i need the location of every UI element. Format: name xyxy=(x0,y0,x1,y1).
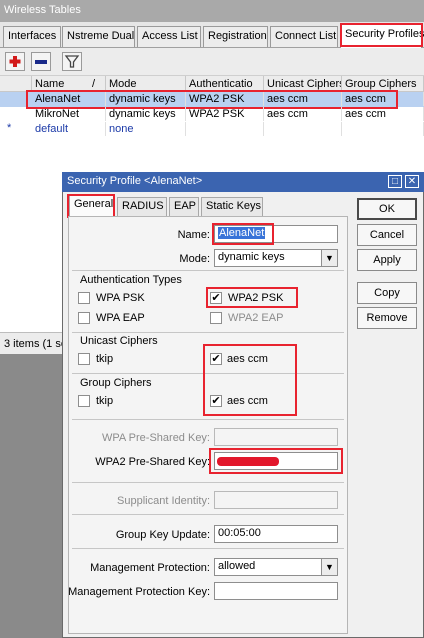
status-text: 3 items (1 se xyxy=(0,332,70,354)
mode-label: Mode: xyxy=(179,253,210,265)
unicast-ciphers-title: Unicast Ciphers xyxy=(80,335,158,347)
management-protection-key-label: Management Protection Key: xyxy=(68,586,210,598)
highlight-box xyxy=(203,344,297,416)
highlight-box xyxy=(209,448,343,474)
tab-nstreme-dual[interactable]: Nstreme Dual xyxy=(62,26,135,47)
add-button[interactable] xyxy=(5,52,25,71)
tab-access-list[interactable]: Access List xyxy=(137,26,201,47)
group-key-update-input[interactable]: 00:05:00 xyxy=(214,525,338,543)
cancel-button[interactable]: Cancel xyxy=(357,224,417,246)
divider xyxy=(72,419,344,420)
divider xyxy=(72,548,344,549)
filter-icon xyxy=(64,55,80,68)
management-protection-label: Management Protection: xyxy=(90,562,210,574)
wpa-psk-label: WPA PSK xyxy=(96,292,145,304)
tab-eap[interactable]: EAP xyxy=(169,197,199,216)
remove-button[interactable] xyxy=(31,52,51,71)
tab-static-keys[interactable]: Static Keys xyxy=(201,197,263,216)
divider xyxy=(72,332,344,333)
remove-button[interactable]: Remove xyxy=(357,307,417,329)
tab-registration[interactable]: Registration xyxy=(203,26,268,47)
desktop-background xyxy=(0,354,70,638)
wpa2-eap-label: WPA2 EAP xyxy=(228,312,284,324)
auth-types-title: Authentication Types xyxy=(80,274,182,286)
divider xyxy=(72,270,344,271)
cell-mode: none xyxy=(106,122,186,136)
sort-indicator: / xyxy=(92,78,96,90)
cell-group xyxy=(342,122,424,136)
cell-unicast: aes ccm xyxy=(264,107,342,121)
group-tkip-label: tkip xyxy=(96,395,114,407)
cell-unicast xyxy=(264,122,342,136)
wpa-eap-checkbox[interactable] xyxy=(78,312,90,324)
chevron-down-icon[interactable]: ▼ xyxy=(321,250,337,266)
unicast-tkip-label: tkip xyxy=(96,353,114,365)
window-title: Wireless Tables xyxy=(0,0,424,22)
group-key-update-label: Group Key Update: xyxy=(115,529,210,541)
cell-default-marker: * xyxy=(7,122,12,134)
group-tkip-checkbox[interactable] xyxy=(78,395,90,407)
divider xyxy=(72,482,344,483)
restore-button[interactable]: □ xyxy=(388,175,402,188)
management-protection-select[interactable]: allowed xyxy=(214,558,338,576)
name-label: Name: xyxy=(177,229,210,241)
unicast-tkip-checkbox[interactable] xyxy=(78,353,90,365)
cell-name: MikroNet xyxy=(32,107,106,121)
wpa-psk-checkbox[interactable] xyxy=(78,292,90,304)
chevron-down-icon[interactable]: ▼ xyxy=(321,559,337,575)
highlight-box xyxy=(340,23,423,47)
group-ciphers-title: Group Ciphers xyxy=(80,377,152,389)
wpa2-key-label: WPA2 Pre-Shared Key: xyxy=(95,456,210,468)
cell-name: default xyxy=(32,122,106,136)
highlight-box xyxy=(212,223,274,245)
highlight-box xyxy=(67,194,115,218)
ok-button[interactable]: OK xyxy=(357,198,417,220)
filter-button[interactable] xyxy=(62,52,82,71)
close-button[interactable]: ✕ xyxy=(405,175,419,188)
wpa-eap-label: WPA EAP xyxy=(96,312,145,324)
cell-auth xyxy=(186,122,264,136)
wpa-key-label: WPA Pre-Shared Key: xyxy=(101,432,210,444)
supplicant-identity-input[interactable] xyxy=(214,491,338,509)
cell-auth: WPA2 PSK xyxy=(186,107,264,121)
apply-button[interactable]: Apply xyxy=(357,249,417,271)
supplicant-identity-label: Supplicant Identity: xyxy=(117,495,210,507)
tab-connect-list[interactable]: Connect List xyxy=(270,26,338,47)
tab-radius[interactable]: RADIUS xyxy=(117,197,167,216)
tab-interfaces[interactable]: Interfaces xyxy=(3,26,61,47)
cell-mode: dynamic keys xyxy=(106,107,186,121)
copy-button[interactable]: Copy xyxy=(357,282,417,304)
management-protection-key-input[interactable] xyxy=(214,582,338,600)
divider xyxy=(72,514,344,515)
remove-icon xyxy=(35,60,47,64)
wpa2-eap-checkbox[interactable] xyxy=(210,312,222,324)
add-icon xyxy=(9,56,21,67)
cell-group: aes ccm xyxy=(342,107,424,121)
wpa-key-input[interactable] xyxy=(214,428,338,446)
dialog-title: Security Profile <AlenaNet> xyxy=(62,172,424,192)
highlight-box xyxy=(206,287,298,308)
mode-select[interactable]: dynamic keys xyxy=(214,249,338,267)
